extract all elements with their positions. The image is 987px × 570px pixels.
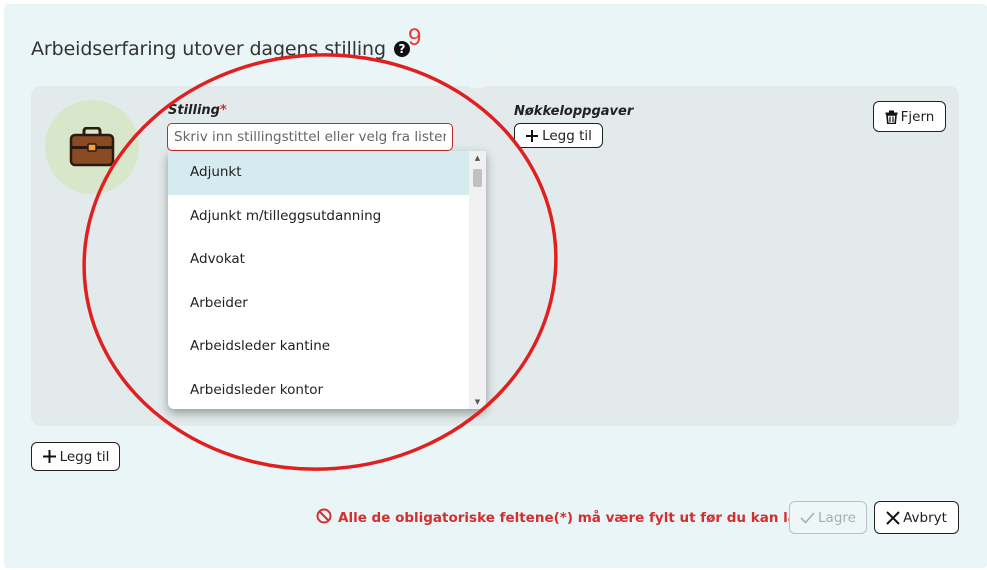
required-marker: * <box>219 103 227 118</box>
stilling-input[interactable] <box>168 124 452 150</box>
save-button[interactable]: Lagre <box>789 501 867 534</box>
scroll-up-arrow-icon[interactable]: ▲ <box>469 151 486 165</box>
add-experience-label: Legg til <box>59 448 110 465</box>
plus-icon <box>42 449 57 464</box>
oppgaver-label: Nøkkeloppgaver <box>514 104 634 119</box>
prohibited-icon <box>316 508 332 528</box>
dropdown-option[interactable]: Adjunkt <box>168 151 469 195</box>
close-icon <box>886 510 900 525</box>
add-task-label: Legg til <box>542 127 592 144</box>
add-task-button[interactable]: Legg til <box>514 123 603 148</box>
avatar <box>45 100 139 194</box>
dropdown-option[interactable]: Arbeidsleder kontor <box>168 369 469 410</box>
save-label: Lagre <box>818 509 856 526</box>
plus-icon <box>525 129 539 143</box>
section-title: Arbeidserfaring utover dagens stilling <box>31 38 386 60</box>
dropdown-option[interactable]: Arbeidsleder kantine <box>168 325 469 369</box>
validation-error: Alle de obligatoriske feltene(*) må være… <box>316 508 822 528</box>
remove-label: Fjern <box>900 108 935 125</box>
section-heading: Arbeidserfaring utover dagens stilling ? <box>31 38 410 60</box>
stilling-label-text: Stilling <box>168 103 220 118</box>
dropdown-option[interactable]: Adjunkt m/tilleggsutdanning <box>168 195 469 239</box>
cancel-button[interactable]: Avbryt <box>874 501 959 534</box>
stilling-label: Stilling* <box>168 103 227 118</box>
cancel-label: Avbryt <box>903 509 947 526</box>
scroll-thumb[interactable] <box>473 169 482 187</box>
trash-icon <box>885 110 898 124</box>
dropdown-scrollbar[interactable]: ▲ ▼ <box>469 151 486 409</box>
dropdown-option[interactable]: Arbeider <box>168 282 469 326</box>
add-experience-button[interactable]: Legg til <box>31 442 120 471</box>
validation-error-text: Alle de obligatoriske feltene(*) må være… <box>338 510 823 526</box>
stilling-dropdown: Adjunkt Adjunkt m/tilleggsutdanning Advoka… <box>168 151 486 409</box>
scroll-down-arrow-icon[interactable]: ▼ <box>469 395 486 409</box>
briefcase-icon <box>69 127 115 167</box>
option-list: Adjunkt Adjunkt m/tilleggsutdanning Advoka… <box>168 151 469 409</box>
annotation-number: 9 <box>408 24 422 51</box>
check-icon <box>800 511 815 524</box>
dropdown-option[interactable]: Advokat <box>168 238 469 282</box>
remove-button[interactable]: Fjern <box>873 101 946 132</box>
stilling-input-wrapper <box>167 123 453 151</box>
